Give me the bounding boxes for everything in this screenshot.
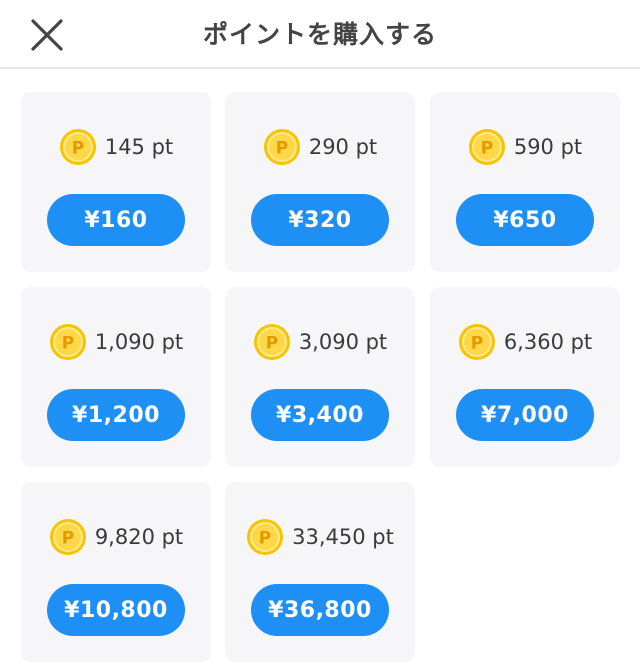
svg-text:P: P (62, 334, 74, 354)
points-label: 145 pt (104, 135, 174, 159)
package-points: P 3,090 pt (225, 321, 415, 363)
package-card: P 6,360 pt ¥7,000 (430, 287, 620, 467)
coin-p-icon: P (247, 519, 284, 555)
coin-p-icon: P (49, 324, 86, 360)
package-card: P 290 pt ¥320 (225, 92, 415, 272)
buy-button[interactable]: ¥3,400 (251, 389, 389, 441)
points-label: 590 pt (513, 135, 583, 159)
points-label: 290 pt (308, 135, 378, 159)
package-points: P 6,360 pt (430, 321, 620, 363)
package-points: P 290 pt (225, 126, 415, 168)
svg-text:P: P (259, 529, 271, 549)
svg-text:P: P (72, 139, 84, 159)
package-points: P 33,450 pt (225, 516, 415, 558)
coin-p-icon: P (49, 519, 86, 555)
package-card: P 33,450 pt ¥36,800 (225, 482, 415, 662)
svg-text:P: P (481, 139, 493, 159)
svg-text:P: P (62, 529, 74, 549)
coin-p-icon: P (468, 129, 505, 165)
svg-text:P: P (276, 139, 288, 159)
page-title: ポイントを購入する (202, 20, 437, 49)
svg-text:P: P (471, 334, 483, 354)
package-card: P 1,090 pt ¥1,200 (21, 287, 211, 467)
package-points: P 1,090 pt (21, 321, 211, 363)
points-label: 6,360 pt (503, 330, 593, 354)
coin-p-icon: P (59, 129, 96, 165)
coin-p-icon: P (253, 324, 290, 360)
coin-p-icon: P (458, 324, 495, 360)
points-label: 9,820 pt (94, 525, 184, 549)
svg-text:P: P (266, 334, 278, 354)
buy-button[interactable]: ¥320 (251, 194, 389, 246)
package-card: P 590 pt ¥650 (430, 92, 620, 272)
buy-button[interactable]: ¥10,800 (47, 584, 185, 636)
buy-button[interactable]: ¥650 (456, 194, 594, 246)
buy-button[interactable]: ¥1,200 (47, 389, 185, 441)
points-label: 1,090 pt (94, 330, 184, 354)
package-points: P 145 pt (21, 126, 211, 168)
package-points: P 590 pt (430, 126, 620, 168)
coin-p-icon: P (263, 129, 300, 165)
header: ポイントを購入する (0, 0, 640, 69)
buy-button[interactable]: ¥160 (47, 194, 185, 246)
buy-button[interactable]: ¥7,000 (456, 389, 594, 441)
package-card: P 145 pt ¥160 (21, 92, 211, 272)
package-card: P 3,090 pt ¥3,400 (225, 287, 415, 467)
points-label: 33,450 pt (292, 525, 394, 549)
package-points: P 9,820 pt (21, 516, 211, 558)
buy-button[interactable]: ¥36,800 (251, 584, 389, 636)
package-card: P 9,820 pt ¥10,800 (21, 482, 211, 662)
points-label: 3,090 pt (298, 330, 388, 354)
